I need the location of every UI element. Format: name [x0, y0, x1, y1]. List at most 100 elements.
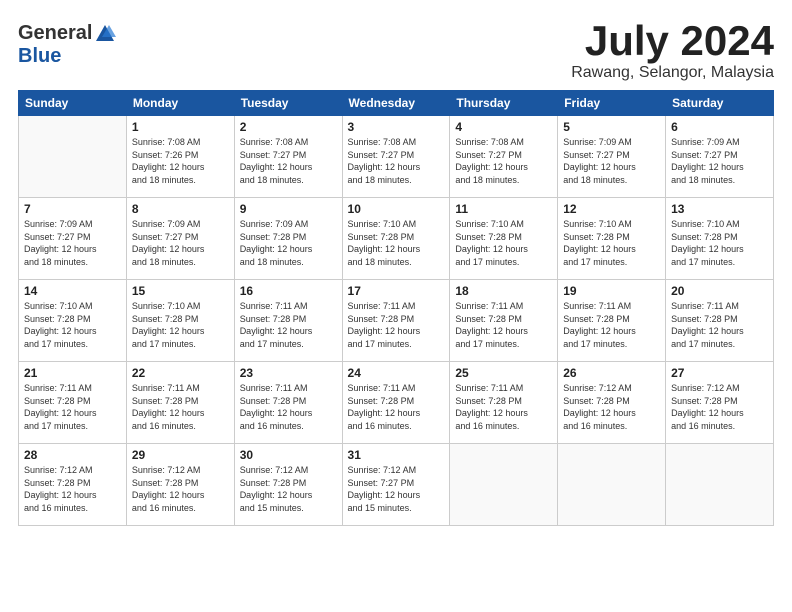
day-number: 17	[348, 284, 445, 298]
day-info: Sunrise: 7:11 AM Sunset: 7:28 PM Dayligh…	[455, 382, 552, 432]
header: General Blue July 2024 Rawang, Selangor,…	[18, 18, 774, 82]
calendar-cell: 11 Sunrise: 7:10 AM Sunset: 7:28 PM Dayli…	[450, 198, 558, 280]
calendar-cell: 19Sunrise: 7:11 AM Sunset: 7:28 PM Dayli…	[558, 280, 666, 362]
calendar-cell: 21 Sunrise: 7:11 AM Sunset: 7:28 PM Dayli…	[19, 362, 127, 444]
calendar-week-1: 7 Sunrise: 7:09 AM Sunset: 7:27 PM Daylig…	[19, 198, 774, 280]
day-number: 5	[563, 120, 660, 134]
calendar-cell: 10 Sunrise: 7:10 AM Sunset: 7:28 PM Dayli…	[342, 198, 450, 280]
logo-general: General	[18, 22, 92, 45]
day-info: Sunrise: 7:11 AM Sunset: 7:28 PM Dayligh…	[563, 300, 660, 350]
day-number: 9	[240, 202, 337, 216]
calendar-cell	[19, 116, 127, 198]
day-info: Sunrise: 7:09 AM Sunset: 7:28 PM Dayligh…	[240, 218, 337, 268]
day-info: Sunrise: 7:10 AM Sunset: 7:28 PM Dayligh…	[455, 218, 552, 268]
calendar-cell	[450, 444, 558, 526]
day-info: Sunrise: 7:08 AM Sunset: 7:27 PM Dayligh…	[240, 136, 337, 186]
calendar-cell: 8 Sunrise: 7:09 AM Sunset: 7:27 PM Daylig…	[126, 198, 234, 280]
calendar-cell: 18Sunrise: 7:11 AM Sunset: 7:28 PM Dayli…	[450, 280, 558, 362]
day-number: 1	[132, 120, 229, 134]
calendar-header-row: SundayMondayTuesdayWednesdayThursdayFrid…	[19, 91, 774, 116]
day-info: Sunrise: 7:08 AM Sunset: 7:27 PM Dayligh…	[455, 136, 552, 186]
day-number: 6	[671, 120, 768, 134]
day-number: 30	[240, 448, 337, 462]
calendar-cell: 27Sunrise: 7:12 AM Sunset: 7:28 PM Dayli…	[666, 362, 774, 444]
calendar-header-saturday: Saturday	[666, 91, 774, 116]
day-number: 26	[563, 366, 660, 380]
day-info: Sunrise: 7:10 AM Sunset: 7:28 PM Dayligh…	[132, 300, 229, 350]
day-info: Sunrise: 7:11 AM Sunset: 7:28 PM Dayligh…	[348, 382, 445, 432]
title-area: July 2024 Rawang, Selangor, Malaysia	[571, 18, 774, 82]
day-number: 4	[455, 120, 552, 134]
day-number: 8	[132, 202, 229, 216]
day-info: Sunrise: 7:12 AM Sunset: 7:28 PM Dayligh…	[24, 464, 121, 514]
day-info: Sunrise: 7:11 AM Sunset: 7:28 PM Dayligh…	[240, 382, 337, 432]
day-number: 20	[671, 284, 768, 298]
location: Rawang, Selangor, Malaysia	[571, 64, 774, 82]
calendar-header-wednesday: Wednesday	[342, 91, 450, 116]
day-info: Sunrise: 7:09 AM Sunset: 7:27 PM Dayligh…	[24, 218, 121, 268]
calendar-cell	[558, 444, 666, 526]
calendar-header-sunday: Sunday	[19, 91, 127, 116]
calendar-cell: 12 Sunrise: 7:10 AM Sunset: 7:28 PM Dayli…	[558, 198, 666, 280]
day-number: 24	[348, 366, 445, 380]
calendar-cell: 31 Sunrise: 7:12 AM Sunset: 7:27 PM Dayli…	[342, 444, 450, 526]
day-info: Sunrise: 7:11 AM Sunset: 7:28 PM Dayligh…	[455, 300, 552, 350]
calendar-week-3: 21 Sunrise: 7:11 AM Sunset: 7:28 PM Dayli…	[19, 362, 774, 444]
day-info: Sunrise: 7:11 AM Sunset: 7:28 PM Dayligh…	[24, 382, 121, 432]
day-info: Sunrise: 7:09 AM Sunset: 7:27 PM Dayligh…	[671, 136, 768, 186]
calendar-cell: 9 Sunrise: 7:09 AM Sunset: 7:28 PM Daylig…	[234, 198, 342, 280]
calendar-week-0: 1Sunrise: 7:08 AM Sunset: 7:26 PM Daylig…	[19, 116, 774, 198]
day-info: Sunrise: 7:11 AM Sunset: 7:28 PM Dayligh…	[348, 300, 445, 350]
calendar-week-2: 14 Sunrise: 7:10 AM Sunset: 7:28 PM Dayli…	[19, 280, 774, 362]
day-info: Sunrise: 7:12 AM Sunset: 7:27 PM Dayligh…	[348, 464, 445, 514]
day-info: Sunrise: 7:10 AM Sunset: 7:28 PM Dayligh…	[24, 300, 121, 350]
day-info: Sunrise: 7:12 AM Sunset: 7:28 PM Dayligh…	[563, 382, 660, 432]
calendar-cell: 25 Sunrise: 7:11 AM Sunset: 7:28 PM Dayli…	[450, 362, 558, 444]
calendar-cell: 30 Sunrise: 7:12 AM Sunset: 7:28 PM Dayli…	[234, 444, 342, 526]
day-number: 25	[455, 366, 552, 380]
day-number: 16	[240, 284, 337, 298]
logo-icon	[94, 23, 116, 45]
calendar-cell: 13 Sunrise: 7:10 AM Sunset: 7:28 PM Dayli…	[666, 198, 774, 280]
day-info: Sunrise: 7:12 AM Sunset: 7:28 PM Dayligh…	[240, 464, 337, 514]
calendar-cell: 16 Sunrise: 7:11 AM Sunset: 7:28 PM Dayli…	[234, 280, 342, 362]
day-info: Sunrise: 7:10 AM Sunset: 7:28 PM Dayligh…	[563, 218, 660, 268]
day-number: 13	[671, 202, 768, 216]
calendar-cell: 20Sunrise: 7:11 AM Sunset: 7:28 PM Dayli…	[666, 280, 774, 362]
logo-blue: Blue	[18, 45, 61, 68]
day-number: 14	[24, 284, 121, 298]
day-number: 15	[132, 284, 229, 298]
day-number: 11	[455, 202, 552, 216]
day-number: 7	[24, 202, 121, 216]
calendar-cell: 15 Sunrise: 7:10 AM Sunset: 7:28 PM Dayli…	[126, 280, 234, 362]
day-number: 31	[348, 448, 445, 462]
calendar-cell: 3Sunrise: 7:08 AM Sunset: 7:27 PM Daylig…	[342, 116, 450, 198]
calendar-cell: 14 Sunrise: 7:10 AM Sunset: 7:28 PM Dayli…	[19, 280, 127, 362]
day-number: 10	[348, 202, 445, 216]
calendar-cell: 4 Sunrise: 7:08 AM Sunset: 7:27 PM Daylig…	[450, 116, 558, 198]
calendar-cell: 1Sunrise: 7:08 AM Sunset: 7:26 PM Daylig…	[126, 116, 234, 198]
day-info: Sunrise: 7:10 AM Sunset: 7:28 PM Dayligh…	[348, 218, 445, 268]
day-number: 29	[132, 448, 229, 462]
calendar-cell: 26 Sunrise: 7:12 AM Sunset: 7:28 PM Dayli…	[558, 362, 666, 444]
calendar-header-tuesday: Tuesday	[234, 91, 342, 116]
calendar-cell: 28 Sunrise: 7:12 AM Sunset: 7:28 PM Dayli…	[19, 444, 127, 526]
day-number: 12	[563, 202, 660, 216]
day-info: Sunrise: 7:11 AM Sunset: 7:28 PM Dayligh…	[240, 300, 337, 350]
calendar-week-4: 28 Sunrise: 7:12 AM Sunset: 7:28 PM Dayli…	[19, 444, 774, 526]
day-info: Sunrise: 7:12 AM Sunset: 7:28 PM Dayligh…	[671, 382, 768, 432]
day-info: Sunrise: 7:09 AM Sunset: 7:27 PM Dayligh…	[132, 218, 229, 268]
day-number: 21	[24, 366, 121, 380]
day-number: 28	[24, 448, 121, 462]
day-number: 23	[240, 366, 337, 380]
calendar-cell: 29Sunrise: 7:12 AM Sunset: 7:28 PM Dayli…	[126, 444, 234, 526]
calendar-header-monday: Monday	[126, 91, 234, 116]
day-info: Sunrise: 7:10 AM Sunset: 7:28 PM Dayligh…	[671, 218, 768, 268]
calendar-cell: 7 Sunrise: 7:09 AM Sunset: 7:27 PM Daylig…	[19, 198, 127, 280]
calendar-cell: 5Sunrise: 7:09 AM Sunset: 7:27 PM Daylig…	[558, 116, 666, 198]
calendar-cell	[666, 444, 774, 526]
page: General Blue July 2024 Rawang, Selangor,…	[0, 0, 792, 612]
month-title: July 2024	[571, 18, 774, 64]
day-info: Sunrise: 7:08 AM Sunset: 7:27 PM Dayligh…	[348, 136, 445, 186]
calendar-cell: 6 Sunrise: 7:09 AM Sunset: 7:27 PM Daylig…	[666, 116, 774, 198]
